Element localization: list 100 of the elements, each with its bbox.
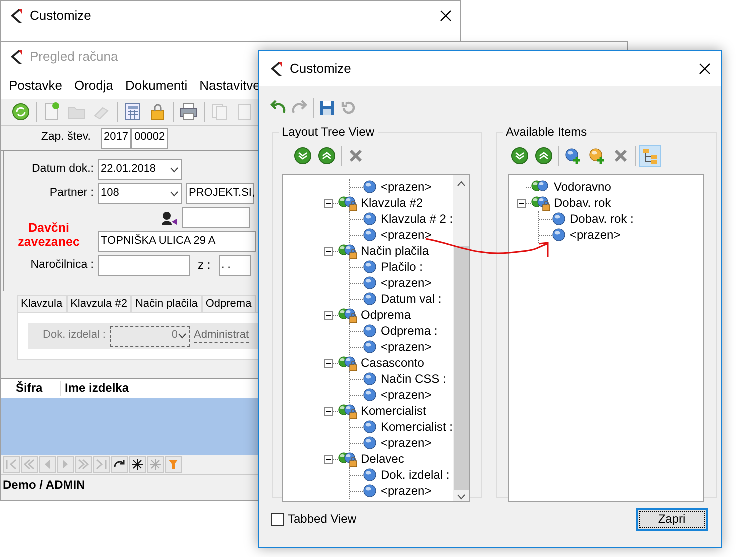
tree-item[interactable]: Plačilo : [381, 260, 424, 274]
item-icon [552, 228, 566, 242]
tree-item[interactable]: Klavzula #2 [361, 196, 424, 210]
menu-item[interactable]: Orodja [74, 78, 114, 94]
calculator-icon[interactable] [123, 102, 143, 122]
caret-icon [178, 333, 187, 339]
collapse-icon[interactable] [324, 454, 333, 464]
refresh-icon[interactable] [11, 102, 31, 122]
made-by-dropdown[interactable]: 0 [110, 326, 190, 346]
asterisk-icon[interactable] [130, 457, 145, 472]
save-icon[interactable] [318, 98, 336, 116]
tree-item[interactable]: <prazen> [381, 180, 432, 194]
item-icon [363, 468, 377, 482]
tree-item[interactable]: Način plačila [361, 244, 430, 258]
expand-all-icon[interactable] [294, 147, 312, 165]
date-dropdown[interactable]: 22.01.2018 [98, 159, 182, 180]
group-label: Available Items [505, 126, 588, 138]
tax-payer-label: Davčni zavezanec [17, 222, 81, 250]
collapse-icon[interactable] [324, 406, 333, 416]
collapse-icon[interactable] [324, 358, 333, 368]
tree-item[interactable]: Način CSS : [381, 372, 446, 386]
tree-item[interactable]: Datum val : [381, 292, 442, 306]
tree-item[interactable]: Dobav. rok : [570, 212, 634, 226]
tree-item[interactable]: Klavzula # 2 : [381, 212, 454, 226]
partner-code-dropdown[interactable]: 108 [98, 183, 182, 204]
tree-item[interactable]: Delavec [361, 452, 404, 466]
filter-icon[interactable] [166, 457, 181, 472]
tab[interactable]: Način plačila [131, 295, 202, 312]
tree-item[interactable]: Casasconto [361, 356, 424, 370]
collapse-all-icon[interactable] [535, 147, 553, 165]
menu-item[interactable]: Dokumenti [126, 78, 188, 94]
text-field[interactable] [182, 207, 250, 228]
delete-icon[interactable] [347, 147, 365, 165]
tabbed-view-checkbox[interactable]: Tabbed View [271, 512, 356, 527]
item-icon [552, 212, 566, 226]
tree-item[interactable]: Komercialist [361, 404, 426, 418]
made-by-name: Administrat [194, 328, 250, 344]
group-label: Layout Tree View [281, 126, 376, 138]
tree-item[interactable]: Dobav. rok [554, 196, 612, 210]
caret-icon [170, 190, 179, 196]
collapse-icon[interactable] [324, 310, 333, 320]
undo-icon[interactable] [269, 98, 287, 116]
collapse-icon[interactable] [517, 198, 526, 208]
item-icon [363, 276, 377, 290]
scroll-thumb[interactable] [454, 246, 469, 490]
order-field[interactable] [98, 255, 190, 276]
partner-name-field[interactable]: PROJEKT.SI, [186, 183, 254, 204]
tree-item[interactable]: Komercialist : [381, 420, 454, 434]
collapse-all-icon[interactable] [318, 147, 336, 165]
tree-item[interactable]: <prazen> [381, 276, 432, 290]
tree-item[interactable]: <prazen> [381, 388, 432, 402]
order-label: Naročilnica : [30, 258, 94, 272]
column-header: Šifra [1, 381, 61, 396]
item-icon [363, 340, 377, 354]
collapse-icon[interactable] [324, 198, 333, 208]
tree-item[interactable]: <prazen> [381, 228, 432, 242]
number-field[interactable]: 00002 [131, 128, 168, 148]
tree-item[interactable]: <prazen> [570, 228, 621, 242]
year-field[interactable]: 2017 [101, 128, 132, 148]
scroll-down-icon[interactable] [457, 494, 466, 500]
delete-icon[interactable] [612, 147, 630, 165]
scroll-up-icon[interactable] [457, 181, 466, 187]
tree-item[interactable]: <prazen> [381, 484, 432, 498]
tab[interactable]: Klavzula [17, 295, 67, 312]
tree-item[interactable]: Odprema [361, 308, 412, 322]
tree-item[interactable]: Dok. izdelal : [381, 468, 450, 482]
close-icon[interactable] [440, 10, 452, 22]
item-icon [363, 420, 377, 434]
add-group-icon[interactable] [564, 147, 582, 165]
date-field[interactable]: . . [218, 255, 251, 276]
person-icon[interactable] [161, 210, 178, 226]
scrollbar[interactable] [453, 175, 469, 501]
tree-item[interactable]: <prazen> [381, 436, 432, 450]
tree-item[interactable]: <prazen> [381, 340, 432, 354]
caret-icon [170, 166, 179, 172]
close-icon[interactable] [699, 62, 711, 74]
tree-item[interactable]: Vodoravno [554, 180, 612, 194]
expand-all-icon[interactable] [511, 147, 529, 165]
tab[interactable]: Klavzula #2 [66, 295, 132, 312]
close-button[interactable]: Zapri [636, 508, 708, 531]
menu-item[interactable]: Postavke [9, 78, 62, 94]
tab[interactable]: Odprema [202, 295, 256, 312]
item-icon [363, 324, 377, 338]
item-icon [363, 180, 377, 194]
printer-icon[interactable] [179, 102, 199, 122]
collapse-icon[interactable] [324, 246, 333, 256]
item-icon [363, 212, 377, 226]
app-logo-icon [9, 49, 23, 65]
address-field[interactable]: TOPNIŠKA ULICA 29 A [98, 231, 256, 252]
record-number-label: Zap. štev. [40, 131, 91, 145]
tree-item[interactable]: Odprema : [381, 324, 438, 338]
tree-view-icon[interactable] [641, 147, 659, 165]
item-icon [363, 260, 377, 274]
item-icon [363, 484, 377, 498]
item-icon [363, 436, 377, 450]
add-item-icon[interactable] [588, 147, 606, 165]
menu-item[interactable]: Nastavitve [200, 78, 260, 94]
window-title: Pregled računa [30, 49, 118, 65]
window-title: Customize [30, 8, 92, 24]
z-label: z : [198, 258, 211, 273]
